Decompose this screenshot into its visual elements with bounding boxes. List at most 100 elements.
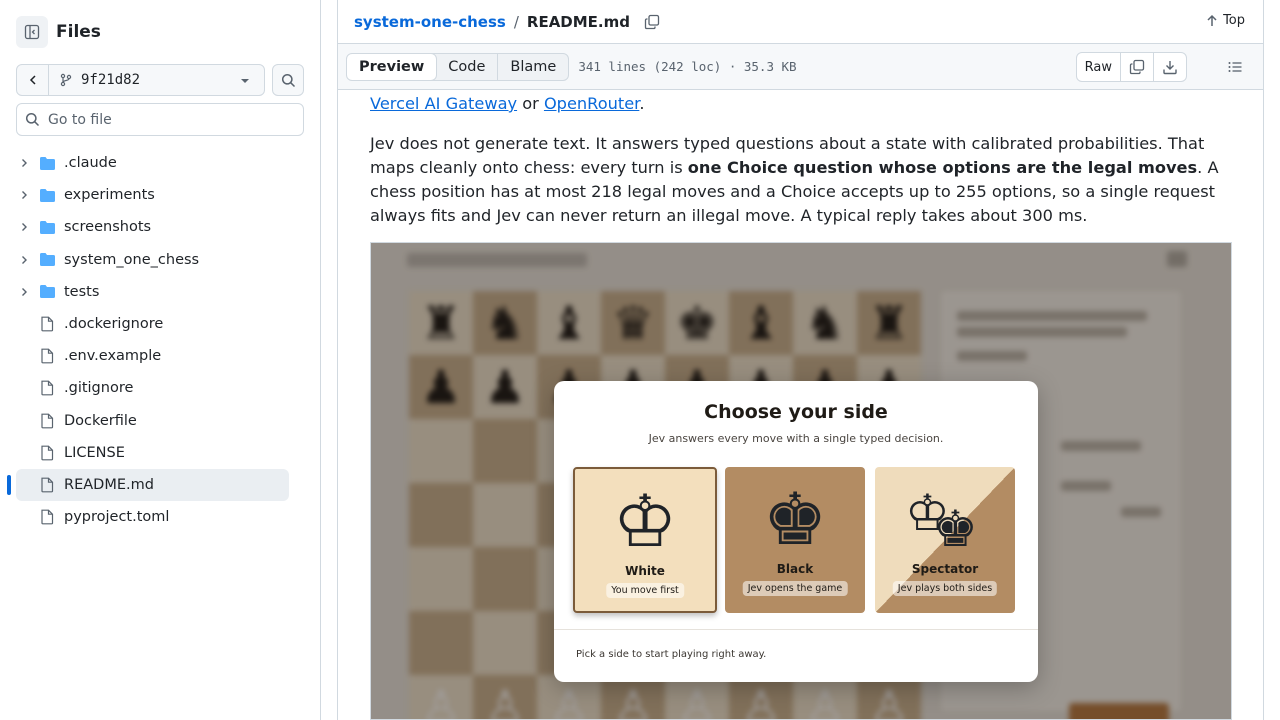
tree-item-gitignore[interactable]: .gitignore (16, 372, 289, 404)
folder-icon (38, 188, 56, 203)
tree-item-pyproject[interactable]: pyproject.toml (16, 501, 289, 533)
paragraph-jev: Jev does not generate text. It answers t… (370, 132, 1232, 228)
tree-item-label: pyproject.toml (64, 509, 170, 526)
caret-down-icon (241, 79, 249, 83)
file-icon (38, 445, 56, 461)
file-toolbar: Preview Code Blame 341 lines (242 loc) ·… (338, 44, 1263, 90)
chevron-left-icon (29, 75, 36, 85)
text-or: or (517, 94, 544, 113)
tab-blame[interactable]: Blame (498, 54, 568, 80)
text-bold: one Choice question whose options are th… (687, 158, 1198, 177)
tree-item-label: .env.example (64, 348, 162, 365)
two-kings-icon: ♔ ♚ (905, 484, 978, 558)
side-option-spectator: ♔ ♚ Spectator Jev plays both sides (875, 467, 1015, 613)
side-option-black: ♚ Black Jev opens the game (725, 467, 865, 613)
branch-row: 9f21d82 (16, 64, 304, 96)
tab-preview[interactable]: Preview (347, 53, 438, 80)
text-period: . (639, 94, 645, 113)
folder-icon (38, 284, 56, 299)
option-caption: You move first (606, 583, 684, 598)
tree-item-claude[interactable]: .claude (16, 147, 289, 179)
folder-icon (38, 252, 56, 267)
choose-side-dialog: Choose your side Jev answers every move … (554, 381, 1038, 682)
sidebar-header: Files (16, 16, 101, 48)
tree-item-label: Dockerfile (64, 412, 137, 429)
vercel-ai-gateway-link[interactable]: Vercel AI Gateway (370, 94, 517, 113)
dialog-title: Choose your side (704, 401, 888, 423)
copy-path-button[interactable] (644, 14, 660, 30)
tree-item-label: system_one_chess (64, 251, 200, 268)
branch-name: 9f21d82 (81, 72, 141, 88)
outline-button[interactable] (1227, 59, 1243, 79)
white-king-icon: ♔ (612, 479, 678, 563)
go-to-file-field[interactable] (16, 103, 304, 136)
go-to-file-input[interactable] (48, 111, 288, 128)
sidebar-collapse-icon (24, 24, 40, 40)
chevron-right-icon[interactable] (16, 255, 32, 265)
copy-icon (644, 14, 660, 29)
tree-item-license[interactable]: LICENSE (16, 437, 289, 469)
tree-item-system-one-chess[interactable]: system_one_chess (16, 244, 289, 276)
tree-item-screenshots[interactable]: screenshots (16, 211, 289, 243)
tree-item-readme[interactable]: README.md (7, 468, 289, 502)
list-unordered-icon (1228, 62, 1242, 72)
copy-raw-button[interactable] (1121, 53, 1154, 81)
file-tree-sidebar: Files 9f21d82 .claude ex (0, 0, 321, 720)
file-view: system-one-chess / README.md Top Preview… (337, 0, 1264, 720)
back-to-top-button[interactable]: Top (1206, 13, 1245, 28)
side-options: ♔ White You move first ♚ Black Jev opens… (573, 467, 1015, 613)
tree-item-env-example[interactable]: .env.example (16, 340, 289, 372)
side-option-white: ♔ White You move first (573, 467, 717, 613)
option-name: Spectator (911, 562, 979, 576)
tree-item-label: .claude (64, 155, 117, 172)
branch-group: 9f21d82 (16, 64, 265, 96)
tree-item-dockerfile[interactable]: Dockerfile (16, 405, 289, 437)
file-icon (38, 380, 56, 396)
chevron-right-icon[interactable] (16, 287, 32, 297)
tree-item-tests[interactable]: tests (16, 276, 289, 308)
collapse-sidebar-button[interactable] (16, 16, 48, 48)
git-branch-icon (60, 73, 72, 87)
option-name: Black (776, 562, 814, 576)
back-button[interactable] (17, 65, 49, 95)
folder-icon (38, 220, 56, 235)
dialog-subtitle: Jev answers every move with a single typ… (648, 432, 944, 445)
dialog-footer: Pick a side to start playing right away. (576, 649, 767, 660)
dialog-divider (554, 629, 1038, 630)
download-button[interactable] (1154, 53, 1186, 81)
search-icon (25, 112, 40, 127)
search-files-button[interactable] (272, 64, 304, 96)
breadcrumb: system-one-chess / README.md Top (338, 0, 1263, 44)
file-stats: 341 lines (242 loc) · 35.3 KB (578, 59, 797, 74)
copy-icon (1129, 59, 1145, 75)
tab-code[interactable]: Code (436, 53, 499, 80)
raw-button[interactable]: Raw (1077, 53, 1121, 81)
chevron-right-icon[interactable] (16, 190, 32, 200)
file-icon (38, 348, 56, 364)
selected-indicator (7, 474, 11, 495)
file-icon (38, 413, 56, 429)
sidebar-title: Files (56, 22, 101, 42)
chevron-right-icon[interactable] (16, 158, 32, 168)
tree-item-label: experiments (64, 187, 155, 204)
paragraph-gateways: Vercel AI Gateway or OpenRouter. (370, 92, 1232, 116)
file-tree: .claude experiments screenshots system_o… (7, 147, 289, 533)
tree-item-label: tests (64, 283, 100, 300)
file-actions: Raw (1075, 52, 1187, 82)
view-mode-switch: Preview Code Blame (346, 52, 570, 81)
tree-item-label: .dockerignore (64, 316, 164, 333)
openrouter-link[interactable]: OpenRouter (544, 94, 639, 113)
breadcrumb-file-name: README.md (526, 12, 630, 31)
readme-content: Vercel AI Gateway or OpenRouter. Jev doe… (370, 92, 1232, 228)
tree-item-label: screenshots (64, 219, 152, 236)
tree-item-dockerignore[interactable]: .dockerignore (16, 308, 289, 340)
option-caption: Jev plays both sides (892, 581, 998, 596)
breadcrumb-repo-link[interactable]: system-one-chess (354, 13, 506, 31)
top-label: Top (1223, 13, 1245, 28)
branch-selector[interactable]: 9f21d82 (49, 65, 264, 95)
tree-item-experiments[interactable]: experiments (16, 179, 289, 211)
chevron-right-icon[interactable] (16, 222, 32, 232)
option-name: White (625, 564, 665, 578)
tree-item-label: README.md (64, 476, 154, 493)
readme-screenshot-image: ♜♞♝♛♚♝♞♜ ♟♟♟♟♟♟♟♟ ♙♙♙♙♙♙♙♙ Choose your s… (370, 242, 1232, 720)
